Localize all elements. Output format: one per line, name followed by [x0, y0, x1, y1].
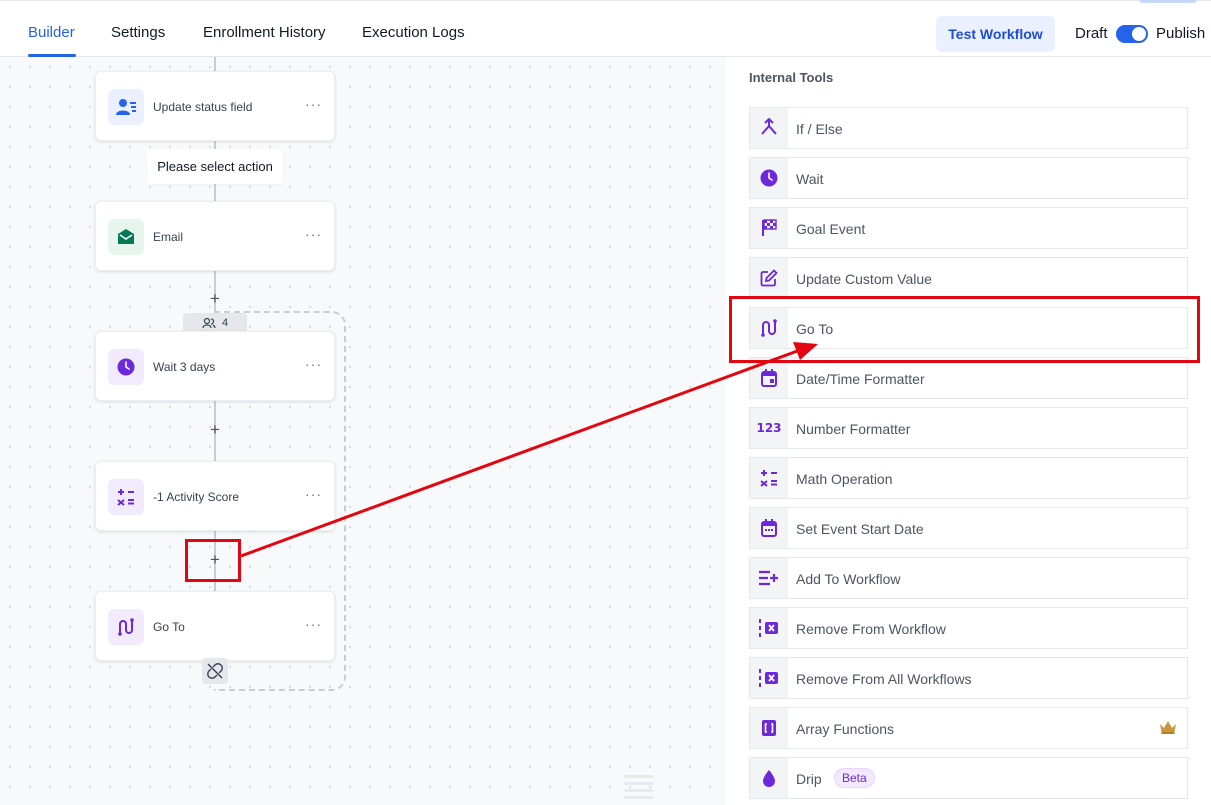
number-icon: 123 — [750, 408, 788, 448]
tool-label: Math Operation — [796, 471, 893, 487]
tool-label: Array Functions — [796, 721, 895, 737]
select-action-tooltip: Please select action — [147, 149, 283, 184]
top-navigation: Builder Settings Enrollment History Exec… — [0, 0, 1211, 57]
panel-title: Internal Tools — [749, 70, 834, 85]
enrolled-count: 4 — [221, 317, 229, 329]
clock-icon — [750, 158, 788, 198]
list-remove-icon — [750, 608, 788, 648]
tab-enrollment-history[interactable]: Enrollment History — [203, 24, 326, 41]
tool-set-event-start-date[interactable]: Set Event Start Date — [749, 507, 1188, 549]
tool-wait[interactable]: Wait — [749, 157, 1188, 199]
add-step-button[interactable]: + — [206, 289, 224, 308]
tool-label: Update Custom Value — [796, 271, 932, 287]
tool-remove-from-workflow[interactable]: Remove From Workflow — [749, 607, 1188, 649]
connector-line — [214, 57, 216, 71]
list-add-icon — [750, 558, 788, 598]
header-button-edge — [1139, 0, 1197, 3]
clock-icon — [108, 349, 144, 385]
email-icon — [108, 219, 144, 255]
workflow-node-email[interactable]: Email ··· — [95, 201, 335, 271]
tool-label: Remove From All Workflows — [796, 671, 972, 687]
branch-icon — [750, 108, 788, 148]
node-menu-button[interactable]: ··· — [305, 486, 322, 502]
brackets-icon — [750, 708, 788, 748]
tab-builder[interactable]: Builder — [28, 24, 75, 41]
tab-execution-logs[interactable]: Execution Logs — [362, 24, 465, 41]
calendar-icon — [750, 508, 788, 548]
enrolled-contacts-badge[interactable]: 4 — [183, 313, 247, 333]
drag-handle-icon — [624, 775, 654, 805]
publish-label: Publish — [1156, 25, 1206, 42]
tool-label: Add To Workflow — [796, 571, 901, 587]
highlight-go-to-tool — [729, 296, 1200, 363]
tool-update-custom-value[interactable]: Update Custom Value — [749, 257, 1188, 299]
highlight-add-step — [185, 539, 241, 582]
beta-badge: Beta — [834, 768, 875, 788]
tool-date-time-formatter[interactable]: Date/Time Formatter — [749, 357, 1188, 399]
node-title: Email — [153, 230, 184, 244]
internal-tools-panel: Internal Tools If / Else Wait Goal Event… — [725, 57, 1211, 805]
tool-drip[interactable]: Drip Beta — [749, 757, 1188, 799]
add-step-button[interactable]: + — [206, 420, 224, 439]
checkered-flag-icon — [750, 208, 788, 248]
tool-label: If / Else — [796, 121, 843, 137]
workflow-node-update-status[interactable]: Update status field ··· — [95, 71, 335, 141]
workflow-canvas[interactable]: Update status field ··· Please select ac… — [0, 57, 725, 805]
draft-label: Draft — [1075, 25, 1108, 42]
tool-label: Wait — [796, 171, 824, 187]
node-title: Wait 3 days — [153, 360, 216, 374]
unlink-icon[interactable] — [202, 658, 228, 684]
node-menu-button[interactable]: ··· — [305, 616, 322, 632]
goto-icon — [108, 609, 144, 645]
tool-goal-event[interactable]: Goal Event — [749, 207, 1188, 249]
tool-label: Remove From Workflow — [796, 621, 946, 637]
workflow-node-wait[interactable]: Wait 3 days ··· — [95, 331, 335, 401]
tab-settings[interactable]: Settings — [111, 24, 165, 41]
contact-update-icon — [108, 89, 144, 125]
tool-array-functions[interactable]: Array Functions — [749, 707, 1188, 749]
tool-number-formatter[interactable]: 123 Number Formatter — [749, 407, 1188, 449]
tool-if-else[interactable]: If / Else — [749, 107, 1188, 149]
node-menu-button[interactable]: ··· — [305, 226, 322, 242]
node-title: -1 Activity Score — [153, 490, 240, 504]
tool-math-operation[interactable]: Math Operation — [749, 457, 1188, 499]
workflow-node-activity-score[interactable]: -1 Activity Score ··· — [95, 461, 335, 531]
tool-add-to-workflow[interactable]: Add To Workflow — [749, 557, 1188, 599]
toggle-knob — [1132, 27, 1146, 41]
tool-label: Goal Event — [796, 221, 866, 237]
node-title: Update status field — [153, 100, 253, 114]
math-icon — [108, 479, 144, 515]
node-menu-button[interactable]: ··· — [305, 96, 322, 112]
edit-icon — [750, 258, 788, 298]
publish-toggle[interactable] — [1116, 25, 1148, 43]
test-workflow-button[interactable]: Test Workflow — [936, 16, 1055, 52]
workflow-node-goto[interactable]: Go To ··· — [95, 591, 335, 661]
tool-label: Number Formatter — [796, 421, 911, 437]
math-icon — [750, 458, 788, 498]
crown-icon — [1159, 720, 1177, 739]
tool-label: Drip — [796, 771, 822, 787]
node-menu-button[interactable]: ··· — [305, 356, 322, 372]
users-icon — [202, 317, 216, 329]
tool-remove-from-all-workflows[interactable]: Remove From All Workflows — [749, 657, 1188, 699]
list-remove-icon — [750, 658, 788, 698]
tool-label: Set Event Start Date — [796, 521, 924, 537]
calendar-icon — [750, 358, 788, 398]
tool-label: Date/Time Formatter — [796, 371, 925, 387]
drop-icon — [750, 758, 788, 798]
node-title: Go To — [153, 620, 185, 634]
